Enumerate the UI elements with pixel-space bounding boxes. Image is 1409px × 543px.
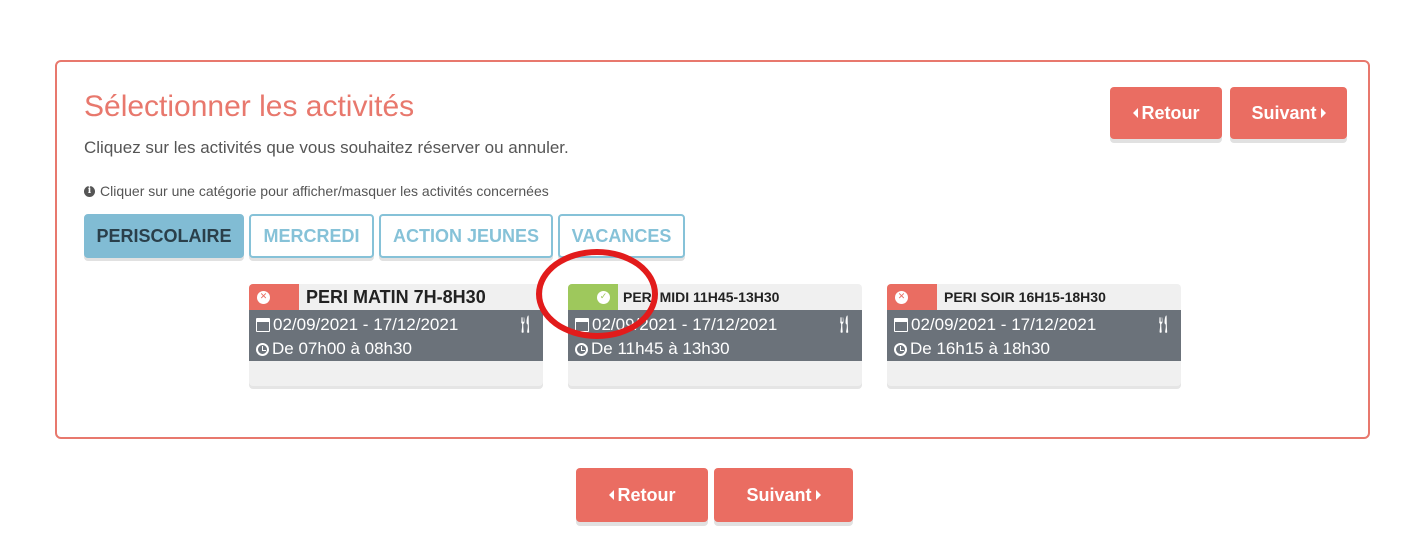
tab-mercredi[interactable]: MERCREDI — [249, 214, 374, 258]
status-selected: ✓ — [568, 284, 618, 310]
next-button-label: Suivant — [1251, 102, 1317, 123]
tab-periscolaire[interactable]: PERISCOLAIRE — [84, 214, 244, 258]
next-button-bottom[interactable]: Suivant — [714, 468, 853, 522]
activity-dates-text: 02/09/2021 - 17/12/2021 — [273, 315, 459, 334]
activity-card-header: ✕ PERI MATIN 7H-8H30 — [249, 284, 543, 310]
activity-hours: De 11h45 à 13h30 — [575, 339, 730, 359]
check-circle-icon: ✓ — [597, 290, 610, 304]
activity-card-peri-matin[interactable]: ✕ PERI MATIN 7H-8H30 02/09/2021 - 17/12/… — [249, 284, 543, 386]
cutlery-icon: 🍴︎ — [514, 315, 536, 334]
page-subtitle: Cliquez sur les activités que vous souha… — [84, 138, 569, 157]
activity-title: PERI MIDI 11H45-13H30 — [623, 289, 780, 305]
calendar-icon — [894, 318, 908, 332]
activity-hours: De 16h15 à 18h30 — [894, 339, 1050, 359]
caret-right-icon — [1320, 108, 1326, 118]
next-button-label: Suivant — [746, 484, 812, 505]
activity-card-header: ✕ PERI SOIR 16H15-18H30 — [887, 284, 1181, 310]
activity-hours: De 07h00 à 08h30 — [256, 339, 412, 359]
back-button-label: Retour — [1141, 102, 1200, 123]
cutlery-icon: 🍴︎ — [1152, 315, 1174, 334]
caret-left-icon — [1132, 108, 1138, 118]
activity-card-peri-midi[interactable]: ✓ PERI MIDI 11H45-13H30 02/09/2021 - 17/… — [568, 284, 862, 386]
clock-icon — [894, 342, 907, 356]
category-tabs: PERISCOLAIRE MERCREDI ACTION JEUNES VACA… — [84, 214, 685, 258]
activity-dates: 02/09/2021 - 17/12/2021 — [575, 315, 777, 335]
activity-dates: 02/09/2021 - 17/12/2021 — [894, 315, 1096, 335]
calendar-icon — [256, 318, 270, 332]
times-circle-icon: ✕ — [895, 290, 908, 304]
tab-vacances[interactable]: VACANCES — [558, 214, 685, 258]
page-title: Sélectionner les activités — [84, 90, 415, 123]
status-not-selected: ✕ — [249, 284, 299, 310]
caret-right-icon — [815, 490, 821, 500]
caret-left-icon — [608, 490, 614, 500]
next-button-top[interactable]: Suivant — [1230, 87, 1347, 139]
activity-hours-text: De 16h15 à 18h30 — [910, 339, 1050, 358]
times-circle-icon: ✕ — [257, 290, 270, 304]
back-button-bottom[interactable]: Retour — [576, 468, 708, 522]
activity-dates-text: 02/09/2021 - 17/12/2021 — [911, 315, 1097, 334]
activity-hours-text: De 11h45 à 13h30 — [591, 339, 730, 358]
status-not-selected: ✕ — [887, 284, 937, 310]
tab-action-jeunes[interactable]: ACTION JEUNES — [379, 214, 553, 258]
activity-dates: 02/09/2021 - 17/12/2021 — [256, 315, 458, 335]
activity-card-header: ✓ PERI MIDI 11H45-13H30 — [568, 284, 862, 310]
category-hint-text: Cliquer sur une catégorie pour afficher/… — [100, 183, 549, 199]
calendar-icon — [575, 318, 589, 332]
activity-details: 02/09/2021 - 17/12/2021 De 07h00 à 08h30… — [249, 310, 543, 361]
activity-title: PERI SOIR 16H15-18H30 — [944, 289, 1106, 305]
category-hint: i Cliquer sur une catégorie pour affiche… — [84, 183, 549, 199]
activity-details: 02/09/2021 - 17/12/2021 De 16h15 à 18h30… — [887, 310, 1181, 361]
clock-icon — [575, 342, 588, 356]
back-button-top[interactable]: Retour — [1110, 87, 1222, 139]
activity-title: PERI MATIN 7H-8H30 — [306, 286, 486, 307]
info-circle-icon: i — [84, 185, 95, 197]
activity-card-peri-soir[interactable]: ✕ PERI SOIR 16H15-18H30 02/09/2021 - 17/… — [887, 284, 1181, 386]
activity-hours-text: De 07h00 à 08h30 — [272, 339, 412, 358]
activity-details: 02/09/2021 - 17/12/2021 De 11h45 à 13h30… — [568, 310, 862, 361]
back-button-label: Retour — [617, 484, 676, 505]
activity-dates-text: 02/09/2021 - 17/12/2021 — [592, 315, 778, 334]
clock-icon — [256, 342, 269, 356]
cutlery-icon: 🍴︎ — [833, 315, 855, 334]
